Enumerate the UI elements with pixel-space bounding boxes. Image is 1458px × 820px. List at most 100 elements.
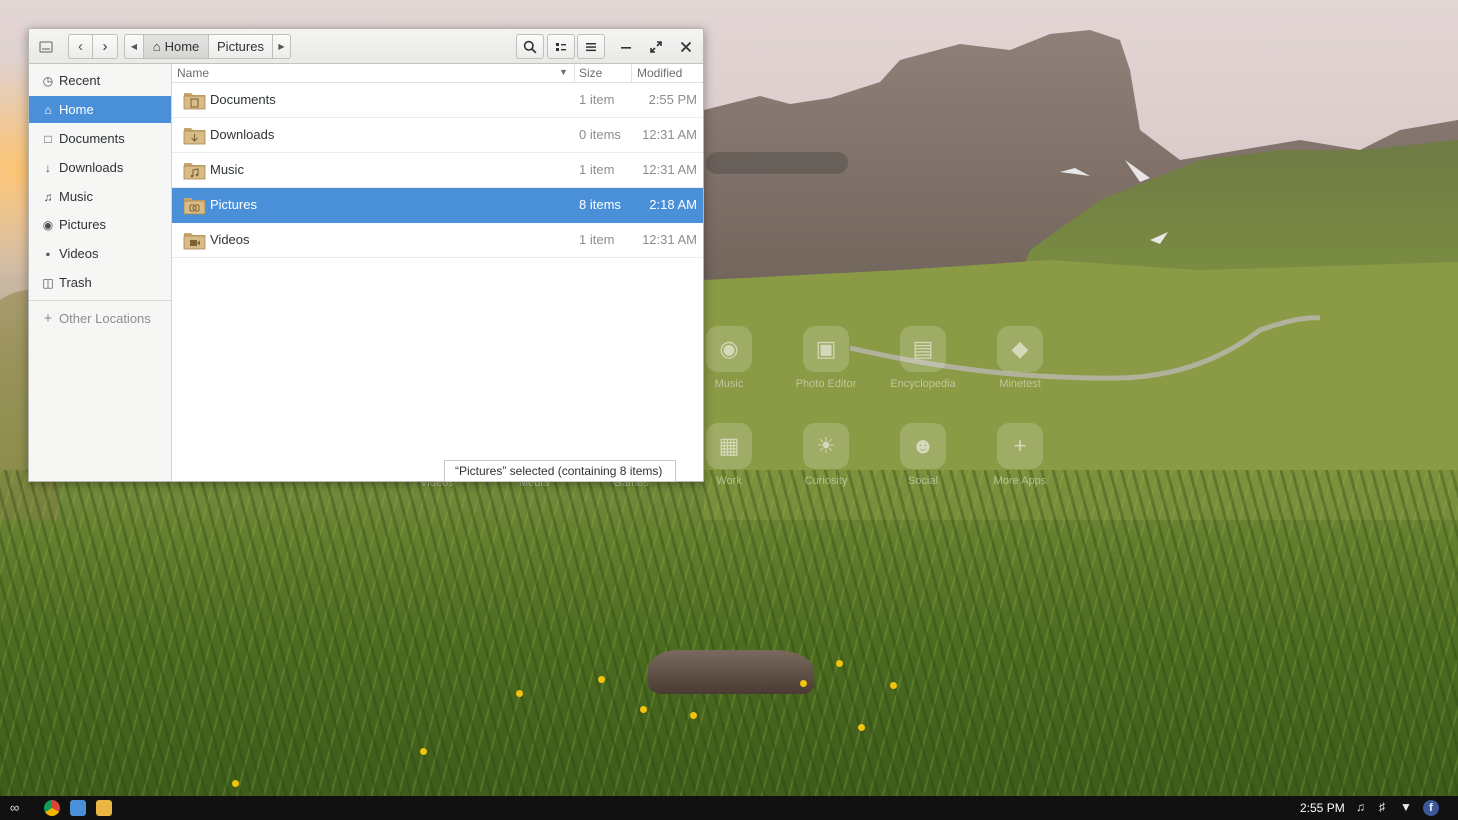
sidebar-item-downloads[interactable]: ↓ Downloads xyxy=(29,154,171,181)
column-header-size[interactable]: Size xyxy=(579,66,602,80)
breadcrumb-pictures[interactable]: Pictures xyxy=(208,34,273,59)
app-label: Social xyxy=(908,475,938,487)
file-row-videos[interactable]: Videos 1 item 12:31 AM xyxy=(172,223,703,258)
download-icon: ↓ xyxy=(45,160,51,175)
breadcrumb-scroll-right[interactable]: ▶ xyxy=(272,34,291,59)
drive-button[interactable] xyxy=(32,34,60,59)
desktop-search-bar[interactable] xyxy=(706,152,848,174)
file-size: 0 items xyxy=(579,127,621,142)
taskbar: ∞ 2:55 PM ♫ ♯ ▼ f xyxy=(0,796,1458,820)
bluetooth-icon[interactable]: ♯ xyxy=(1379,800,1385,814)
photo-editor-icon: ▣ xyxy=(803,326,849,372)
breadcrumb-home-label: Home xyxy=(164,39,200,54)
file-list-view: Name ▼ Size Modified Documents 1 item 2:… xyxy=(172,64,703,481)
app-label: Photo Editor xyxy=(795,378,857,390)
breadcrumb-scroll-left[interactable]: ◀ xyxy=(124,34,144,59)
file-modified: 12:31 AM xyxy=(642,127,697,142)
home-icon: ⌂ xyxy=(44,102,52,117)
view-toggle-button[interactable] xyxy=(547,34,575,59)
desktop-app-encyclopedia[interactable]: ▤ Encyclopedia xyxy=(878,326,968,390)
app-label: Curiosity xyxy=(804,475,848,487)
sidebar-item-trash[interactable]: ◫ Trash xyxy=(29,269,171,296)
app-label: Encyclopedia xyxy=(890,378,956,390)
folder-music-icon xyxy=(183,163,206,180)
endless-menu-icon[interactable]: ∞ xyxy=(10,800,19,815)
search-icon xyxy=(523,40,537,53)
desktop-app-minetest[interactable]: ◆ Minetest xyxy=(975,326,1065,390)
sidebar-item-pictures[interactable]: ◉ Pictures xyxy=(29,211,171,238)
app-label: More Apps xyxy=(993,475,1047,487)
rock xyxy=(648,650,814,694)
clock-time[interactable]: 2:55 PM xyxy=(1300,801,1345,815)
volume-icon[interactable]: ♫ xyxy=(1356,800,1365,814)
music-icon: ♫ xyxy=(43,189,53,204)
folder-pictures-icon xyxy=(183,198,206,215)
minimize-icon xyxy=(621,46,631,49)
desktop-app-more-apps[interactable]: + More Apps xyxy=(975,423,1065,487)
sidebar-item-home[interactable]: ⌂ Home xyxy=(29,96,171,123)
breadcrumb-home[interactable]: ⌂ Home xyxy=(143,34,209,59)
desktop-app-photo-editor[interactable]: ▣ Photo Editor xyxy=(781,326,871,390)
drive-icon xyxy=(39,40,53,53)
file-row-downloads[interactable]: Downloads 0 items 12:31 AM xyxy=(172,118,703,153)
sidebar-item-videos[interactable]: ▪ Videos xyxy=(29,240,171,267)
minetest-icon: ◆ xyxy=(997,326,1043,372)
document-icon: □ xyxy=(44,131,52,146)
desktop-app-curiosity[interactable]: ☀ Curiosity xyxy=(781,423,871,487)
folder-videos-icon xyxy=(183,233,206,250)
sidebar-item-label: Documents xyxy=(59,131,125,146)
file-name: Documents xyxy=(210,92,276,107)
file-name: Downloads xyxy=(210,127,275,142)
sidebar-item-music[interactable]: ♫ Music xyxy=(29,183,171,210)
selection-status-bar: “Pictures” selected (containing 8 items) xyxy=(444,460,676,482)
facebook-icon[interactable]: f xyxy=(1423,800,1439,816)
sidebar-item-label: Music xyxy=(59,189,93,204)
sort-descending-icon: ▼ xyxy=(559,67,568,77)
file-size: 1 item xyxy=(579,92,615,107)
video-icon: ▪ xyxy=(45,246,51,261)
folder-downloads-icon xyxy=(183,128,206,145)
sidebar-item-documents[interactable]: □ Documents xyxy=(29,125,171,152)
flower xyxy=(232,780,239,787)
sidebar-item-other-locations[interactable]: + Other Locations xyxy=(29,305,171,332)
search-button[interactable] xyxy=(516,34,544,59)
file-row-pictures[interactable]: Pictures 8 items 2:18 AM xyxy=(172,188,703,223)
file-modified: 12:31 AM xyxy=(642,162,697,177)
breadcrumb-current-label: Pictures xyxy=(217,39,264,54)
app-store-icon[interactable] xyxy=(70,800,86,816)
encyclopedia-icon: ▤ xyxy=(900,326,946,372)
file-size: 1 item xyxy=(579,162,615,177)
close-icon xyxy=(680,41,692,52)
chrome-browser-icon[interactable] xyxy=(44,800,60,816)
app-label: Minetest xyxy=(999,378,1041,390)
maximize-button[interactable] xyxy=(642,34,670,59)
column-header-name[interactable]: Name xyxy=(177,66,209,80)
curiosity-icon: ☀ xyxy=(803,423,849,469)
back-button[interactable]: ‹ xyxy=(68,34,93,59)
file-row-documents[interactable]: Documents 1 item 2:55 PM xyxy=(172,83,703,118)
flower xyxy=(598,676,605,683)
file-row-music[interactable]: Music 1 item 12:31 AM xyxy=(172,153,703,188)
chevron-right-icon: › xyxy=(102,38,108,55)
file-manager-taskbar-icon[interactable] xyxy=(96,800,112,816)
close-button[interactable] xyxy=(672,34,700,59)
file-name: Videos xyxy=(210,232,250,247)
file-modified: 2:55 PM xyxy=(648,92,697,107)
social-icon: ☻ xyxy=(900,423,946,469)
minimize-button[interactable] xyxy=(612,34,640,59)
caret-left-icon: ◀ xyxy=(130,42,138,51)
header-bar: ‹ › ◀ ⌂ Home Pictures ▶ xyxy=(29,29,703,64)
more-apps-icon: + xyxy=(997,423,1043,469)
wifi-icon[interactable]: ▼ xyxy=(1400,800,1412,814)
plus-icon: + xyxy=(43,310,53,327)
file-name: Pictures xyxy=(210,197,257,212)
sidebar-item-recent[interactable]: ◷ Recent xyxy=(29,67,171,94)
work-icon: ▦ xyxy=(706,423,752,469)
column-header-modified[interactable]: Modified xyxy=(637,66,682,80)
sidebar-item-label: Recent xyxy=(59,73,101,88)
sidebar-divider xyxy=(29,300,171,301)
menu-button[interactable] xyxy=(577,34,605,59)
forward-button[interactable]: › xyxy=(92,34,118,59)
sidebar-item-label: Videos xyxy=(59,246,99,261)
desktop-app-social[interactable]: ☻ Social xyxy=(878,423,968,487)
